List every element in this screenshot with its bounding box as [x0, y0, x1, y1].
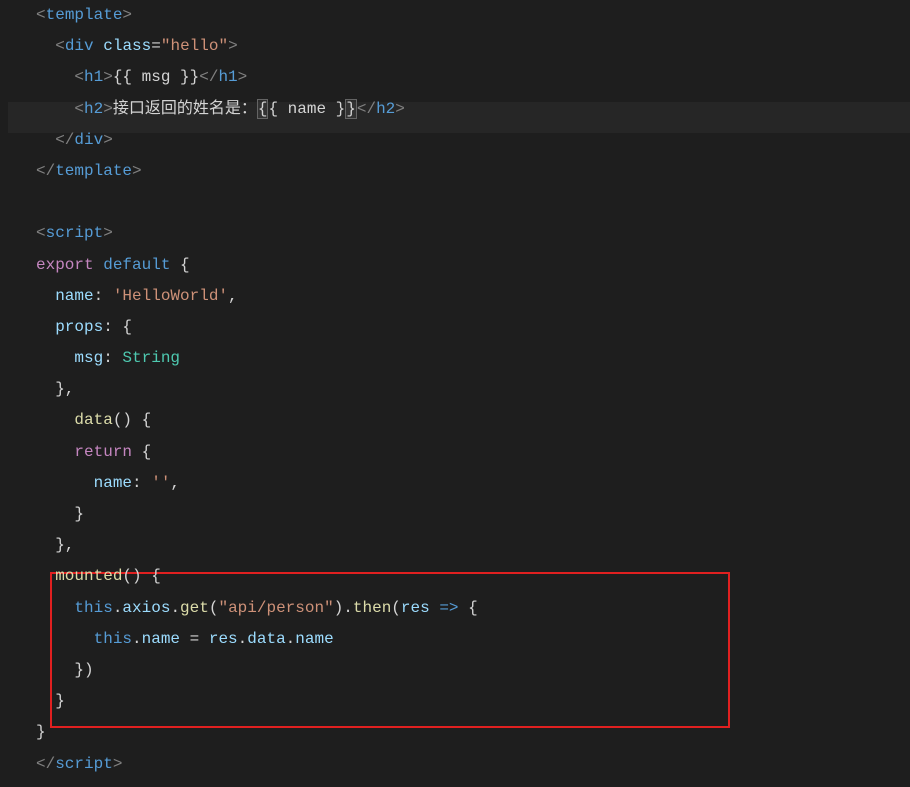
- code-line[interactable]: }): [36, 655, 910, 686]
- keyword-export: export: [36, 256, 94, 274]
- prop-name2: name: [94, 474, 132, 492]
- code-line[interactable]: </script>: [36, 749, 910, 780]
- code-content[interactable]: <template> <div class="hello"> <h1>{{ ms…: [36, 0, 910, 780]
- code-line[interactable]: name: 'HelloWorld',: [36, 281, 910, 312]
- keyword-default: default: [103, 256, 170, 274]
- closetag-div: div: [74, 131, 103, 149]
- bracket-match: {: [257, 99, 269, 119]
- code-editor[interactable]: <template> <div class="hello"> <h1>{{ ms…: [0, 0, 910, 787]
- code-line[interactable]: msg: String: [36, 343, 910, 374]
- code-line[interactable]: <script>: [36, 218, 910, 249]
- closetag-template: template: [55, 162, 132, 180]
- code-line[interactable]: export default {: [36, 250, 910, 281]
- keyword-return: return: [74, 443, 132, 461]
- tag-template: template: [46, 6, 123, 24]
- code-line[interactable]: this.axios.get("api/person").then(res =>…: [36, 593, 910, 624]
- prop-msg: msg: [74, 349, 103, 367]
- code-line[interactable]: },: [36, 374, 910, 405]
- keyword-this: this: [74, 599, 112, 617]
- code-line[interactable]: data() {: [36, 405, 910, 436]
- code-line[interactable]: },: [36, 530, 910, 561]
- prop-axios: axios: [122, 599, 170, 617]
- code-line[interactable]: return {: [36, 437, 910, 468]
- fn-get: get: [180, 599, 209, 617]
- interpolation-msg: {{ msg }}: [113, 68, 199, 86]
- arrow: =>: [430, 599, 468, 617]
- attr-class: class: [103, 37, 151, 55]
- code-line[interactable]: mounted() {: [36, 561, 910, 592]
- tag-h1: h1: [84, 68, 103, 86]
- fn-mounted: mounted: [55, 567, 122, 585]
- string-api: "api/person": [218, 599, 333, 617]
- bracket-match: }: [345, 99, 357, 119]
- code-line[interactable]: </div>: [36, 125, 910, 156]
- gutter: [0, 0, 8, 787]
- code-line[interactable]: </template>: [36, 156, 910, 187]
- code-line[interactable]: }: [36, 686, 910, 717]
- tag-script: script: [46, 224, 104, 242]
- type-string: String: [122, 349, 180, 367]
- keyword-this2: this: [94, 630, 132, 648]
- code-line[interactable]: <h2>接口返回的姓名是：{{ name }}</h2>: [36, 94, 910, 125]
- chinese-text: 接口返回的姓名是：: [113, 100, 257, 118]
- code-line[interactable]: }: [36, 717, 910, 748]
- fn-data: data: [74, 411, 112, 429]
- tag-div: div: [65, 37, 94, 55]
- prop-props: props: [55, 318, 103, 336]
- tag-h2: h2: [84, 100, 103, 118]
- code-line[interactable]: <h1>{{ msg }}</h1>: [36, 62, 910, 93]
- code-line[interactable]: }: [36, 499, 910, 530]
- fn-then: then: [353, 599, 391, 617]
- prop-name: name: [55, 287, 93, 305]
- code-line[interactable]: name: '',: [36, 468, 910, 499]
- code-line[interactable]: this.name = res.data.name: [36, 624, 910, 655]
- attr-value: "hello": [161, 37, 228, 55]
- code-line[interactable]: <template>: [36, 0, 910, 31]
- string-helloworld: 'HelloWorld': [113, 287, 228, 305]
- code-line-empty[interactable]: [36, 187, 910, 218]
- code-line[interactable]: props: {: [36, 312, 910, 343]
- code-line[interactable]: <div class="hello">: [36, 31, 910, 62]
- param-res: res: [401, 599, 430, 617]
- string-empty: '': [151, 474, 170, 492]
- code-area[interactable]: <template> <div class="hello"> <h1>{{ ms…: [8, 0, 910, 787]
- closetag-script: script: [55, 755, 113, 773]
